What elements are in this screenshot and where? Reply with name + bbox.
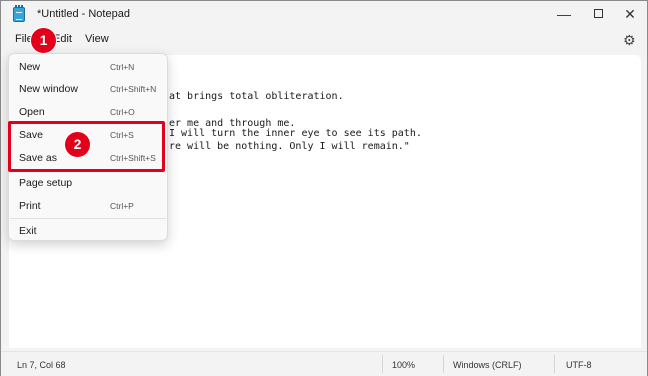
status-divider bbox=[382, 355, 383, 373]
zoom-level[interactable]: 100% bbox=[392, 360, 415, 370]
menu-item-print[interactable]: Print Ctrl+P bbox=[9, 195, 167, 217]
minimize-button[interactable]: — bbox=[549, 1, 579, 29]
menu-item-shortcut: Ctrl+O bbox=[110, 107, 135, 117]
editor-line: re will be nothing. Only I will remain." bbox=[169, 141, 410, 152]
menu-item-new[interactable]: New Ctrl+N bbox=[9, 56, 167, 78]
title-bar[interactable]: *Untitled - Notepad — ✕ bbox=[1, 1, 647, 29]
menu-item-page-setup[interactable]: Page setup bbox=[9, 172, 167, 194]
menu-item-label: New bbox=[19, 61, 41, 73]
window-title: *Untitled - Notepad bbox=[37, 8, 130, 20]
maximize-icon bbox=[593, 9, 603, 19]
close-button[interactable]: ✕ bbox=[615, 1, 645, 29]
menu-item-shortcut: Ctrl+P bbox=[110, 201, 134, 211]
notepad-app-icon bbox=[13, 5, 25, 22]
menu-item-label: Page setup bbox=[19, 177, 73, 189]
menu-item-label: New window bbox=[19, 83, 78, 95]
notepad-window: *Untitled - Notepad — ✕ File Edit View ⚙… bbox=[0, 0, 648, 376]
menu-item-shortcut: Ctrl+Shift+N bbox=[110, 84, 157, 94]
step-badge-1: 1 bbox=[30, 27, 57, 54]
editor-line: at brings total obliteration. bbox=[169, 91, 344, 102]
menu-view[interactable]: View bbox=[85, 33, 109, 45]
cursor-position: Ln 7, Col 68 bbox=[17, 360, 66, 370]
menu-item-label: Open bbox=[19, 106, 45, 118]
maximize-button[interactable] bbox=[583, 1, 613, 29]
menu-divider bbox=[10, 218, 166, 219]
step-badge-2: 2 bbox=[64, 131, 91, 158]
line-ending[interactable]: Windows (CRLF) bbox=[453, 360, 522, 370]
menu-item-shortcut: Ctrl+N bbox=[110, 62, 135, 72]
settings-gear-icon[interactable]: ⚙ bbox=[623, 32, 636, 49]
status-divider bbox=[554, 355, 555, 373]
menu-item-label: Exit bbox=[19, 225, 37, 237]
status-divider bbox=[443, 355, 444, 373]
encoding[interactable]: UTF-8 bbox=[566, 360, 592, 370]
status-bar: Ln 7, Col 68 100% Windows (CRLF) UTF-8 bbox=[1, 351, 647, 376]
menu-item-exit[interactable]: Exit bbox=[9, 220, 167, 242]
menu-item-open[interactable]: Open Ctrl+O bbox=[9, 101, 167, 123]
menu-bar: File Edit View ⚙ bbox=[1, 29, 647, 53]
menu-item-new-window[interactable]: New window Ctrl+Shift+N bbox=[9, 78, 167, 100]
menu-item-label: Print bbox=[19, 200, 41, 212]
editor-line: I will turn the inner eye to see its pat… bbox=[169, 128, 422, 139]
